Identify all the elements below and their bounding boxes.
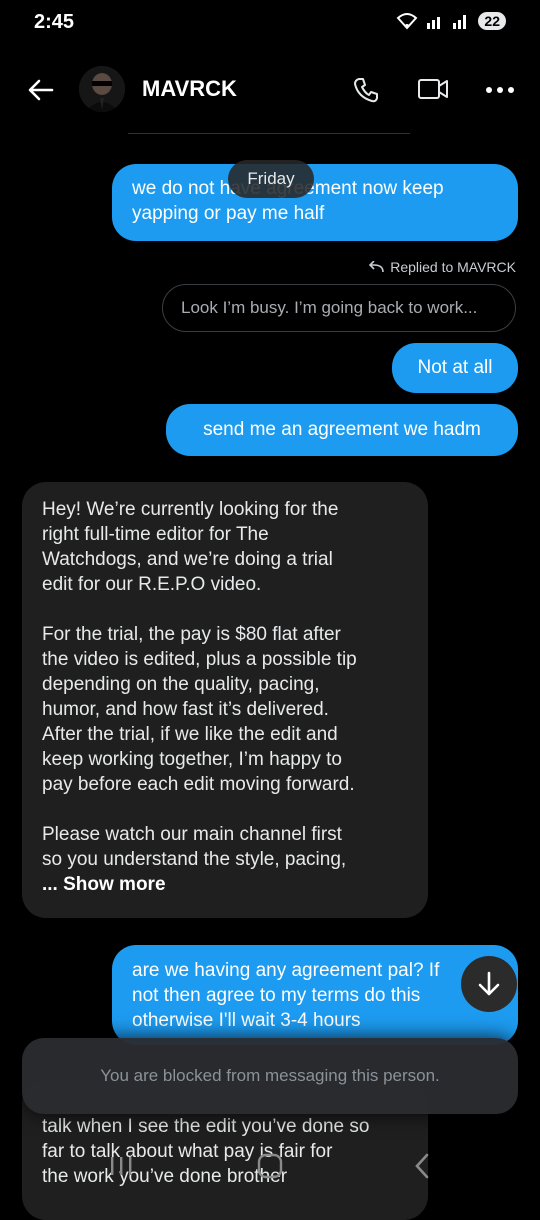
blocked-notice: You are blocked from messaging this pers… <box>22 1038 518 1114</box>
message-line: depending on the quality, pacing, <box>42 674 320 695</box>
header-divider <box>128 133 410 134</box>
arrow-down-icon <box>478 971 500 996</box>
scroll-to-bottom-button[interactable] <box>461 956 517 1012</box>
more-options-icon[interactable] <box>485 86 515 94</box>
status-time: 2:45 <box>34 11 75 33</box>
video-call-icon[interactable] <box>417 76 449 102</box>
message-line: After the trial, if we like the edit and <box>42 724 338 745</box>
message-line: we do not have agreement now keep <box>132 178 444 199</box>
recent-apps-icon[interactable] <box>108 1154 134 1178</box>
signal-icon <box>427 17 441 29</box>
quoted-message[interactable]: Look I’m busy. I’m going back to work... <box>162 284 516 332</box>
outgoing-message[interactable]: send me an agreement we hadm <box>166 404 518 456</box>
message-line: Hey! We’re currently looking for the <box>42 499 339 520</box>
message-line: keep working together, I’m happy to <box>42 749 342 770</box>
message-text: send me an agreement we hadm <box>203 419 481 440</box>
outgoing-message[interactable]: Not at all <box>392 343 518 393</box>
conversation-header: MAVRCK <box>0 58 540 120</box>
back-nav-icon[interactable] <box>410 1152 434 1180</box>
battery-badge: 22 <box>478 12 506 30</box>
reply-indicator: Replied to MAVRCK <box>368 259 516 275</box>
message-line <box>42 797 408 822</box>
message-line: otherwise I'll wait 3-4 hours <box>132 1010 361 1031</box>
wifi-icon <box>397 13 418 30</box>
home-icon[interactable] <box>256 1152 284 1180</box>
replied-to-label: Replied to MAVRCK <box>390 259 516 275</box>
status-bar: 2:45 22 <box>0 0 540 48</box>
phone-icon[interactable] <box>352 76 380 104</box>
message-line: talk when I see the edit you’ve done so <box>42 1116 370 1137</box>
avatar[interactable] <box>79 66 125 112</box>
contact-name[interactable]: MAVRCK <box>142 76 237 102</box>
message-line: are we having any agreement pal? If <box>132 960 440 981</box>
message-line: the video is edited, plus a possible tip <box>42 649 357 670</box>
message-line: Watchdogs, and we’re doing a trial <box>42 549 333 570</box>
message-text: Not at all <box>417 357 493 378</box>
message-line: edit for our R.E.P.O video. <box>42 574 262 595</box>
message-line: not then agree to my terms do this <box>132 985 421 1006</box>
message-line: For the trial, the pay is $80 flat after <box>42 624 341 645</box>
message-line: so you understand the style, pacing, <box>42 849 347 870</box>
system-nav-bar <box>0 1140 540 1200</box>
message-line: right full-time editor for The <box>42 524 269 545</box>
message-body: Hey! We’re currently looking for the righ… <box>42 497 408 872</box>
message-line: Please watch our main channel first <box>42 824 342 845</box>
status-icons: 22 <box>396 12 506 30</box>
outgoing-message[interactable]: are we having any agreement pal? If not … <box>112 945 518 1045</box>
message-line: pay before each edit moving forward. <box>42 774 355 795</box>
day-separator: Friday <box>228 160 314 198</box>
incoming-message[interactable]: Hey! We’re currently looking for the righ… <box>22 482 428 918</box>
message-line: humor, and how fast it’s delivered. <box>42 699 329 720</box>
signal-icon-2 <box>453 15 467 29</box>
back-arrow-icon[interactable] <box>26 75 56 105</box>
message-line: yapping or pay me half <box>132 203 325 224</box>
message-line <box>42 597 408 622</box>
show-more-link[interactable]: ... Show more <box>42 872 408 897</box>
outgoing-message[interactable]: we do not have agreement now keep yappin… <box>112 164 518 241</box>
reply-arrow-icon <box>369 261 385 273</box>
